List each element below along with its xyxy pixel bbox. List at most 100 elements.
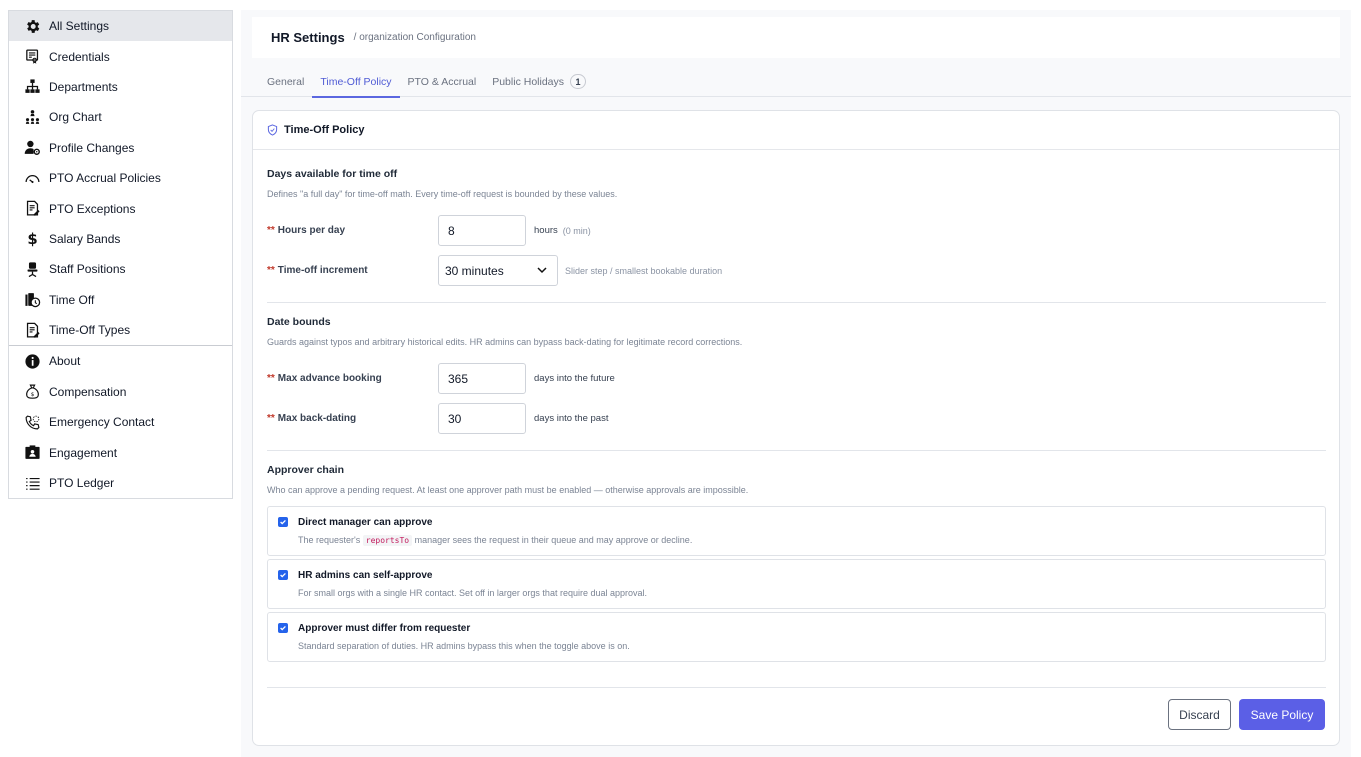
list-icon [23, 474, 41, 492]
tab-label: Time-Off Policy [320, 75, 392, 88]
field-label: ** Max back-dating [267, 413, 357, 424]
page-subtitle: / organization Configuration [353, 32, 476, 43]
time-off-increment-row: ** Time-off increment 30 minutes Slider s… [267, 255, 722, 286]
sidebar-item-label: Org Chart [49, 110, 102, 125]
time-off-policy-card: Time-Off Policy Days available for time … [252, 110, 1340, 746]
tab-public-holidays[interactable]: Public Holidays 1 [484, 66, 594, 97]
sidebar-item-compensation[interactable]: $ Compensation [9, 377, 232, 407]
tab-label: General [267, 75, 305, 88]
section-divider [267, 302, 1326, 303]
org-chart-icon [23, 108, 41, 126]
gauge-icon [23, 169, 41, 187]
sidebar-item-pto-accrual-policies[interactable]: PTO Accrual Policies [9, 163, 232, 193]
hours-per-day-row: ** Hours per day 8 hours (0 min) [267, 215, 591, 246]
field-hint: Slider step / smallest bookable duration [565, 265, 723, 276]
field-label: ** Time-off increment [267, 265, 368, 276]
tab-pto-accrual[interactable]: PTO & Accrual [400, 66, 485, 97]
main-content: HR Settings / organization Configuration… [241, 10, 1351, 757]
section-description: Defines "a full day" for time-off math. … [267, 189, 618, 199]
settings-sidebar: All Settings Credentials Departments Org… [8, 10, 233, 500]
chevron-down-icon [537, 267, 547, 274]
card-title: Time-Off Policy [284, 124, 365, 136]
sidebar-item-pto-exceptions[interactable]: PTO Exceptions [9, 193, 232, 223]
sidebar-item-label: About [49, 354, 81, 369]
sidebar-item-staff-positions[interactable]: Staff Positions [9, 254, 232, 284]
sidebar-item-engagement[interactable]: Engagement [9, 437, 232, 467]
tab-label: Public Holidays [492, 75, 565, 88]
save-policy-button[interactable]: Save Policy [1239, 699, 1325, 730]
sidebar-item-label: Staff Positions [49, 262, 126, 277]
field-label: ** Max advance booking [267, 373, 382, 384]
unit-label: hours [534, 225, 558, 236]
max-advance-booking-row: ** Max advance booking 365 days into the … [267, 363, 615, 394]
tab-general[interactable]: General [259, 66, 312, 97]
unit-label: days into the future [534, 373, 615, 384]
page-header: HR Settings / organization Configuration [252, 17, 1340, 58]
required-marker: ** [267, 225, 275, 236]
gear-icon [23, 17, 41, 35]
sidebar-item-about[interactable]: About [9, 346, 232, 376]
phone-icon [23, 413, 41, 431]
section-description: Guards against typos and arbitrary histo… [267, 337, 743, 347]
discard-button[interactable]: Discard [1168, 699, 1231, 730]
option-description: Standard separation of duties. HR admins… [298, 641, 630, 651]
settings-tabs: General Time-Off Policy PTO & Accrual Pu… [241, 66, 1351, 98]
sidebar-item-time-off-types[interactable]: Time-Off Types [9, 315, 232, 345]
sidebar-item-departments[interactable]: Departments [9, 72, 232, 102]
engagement-icon [23, 444, 41, 462]
max-back-dating-input[interactable]: 30 [438, 403, 526, 434]
sitemap-icon [23, 78, 41, 96]
count-badge: 1 [570, 74, 587, 89]
sidebar-group-settings: All Settings Credentials Departments Org… [9, 11, 232, 345]
certificate-icon [23, 48, 41, 66]
max-advance-booking-input[interactable]: 365 [438, 363, 526, 394]
sidebar-item-label: PTO Accrual Policies [49, 171, 161, 186]
page-title: HR Settings [271, 30, 345, 45]
tab-time-off-policy[interactable]: Time-Off Policy [312, 66, 400, 98]
option-title: Direct manager can approve [298, 517, 433, 528]
sidebar-item-credentials[interactable]: Credentials [9, 41, 232, 71]
sidebar-item-all-settings[interactable]: All Settings [9, 11, 232, 42]
sidebar-item-profile-changes[interactable]: Profile Changes [9, 133, 232, 163]
dollar-icon: $ [23, 230, 41, 248]
sidebar-item-salary-bands[interactable]: $ Salary Bands [9, 224, 232, 254]
field-hint: (0 min) [562, 225, 591, 236]
doc-edit-icon [23, 321, 41, 339]
hours-per-day-input[interactable]: 8 [438, 215, 526, 246]
approver-differ-option: Approver must differ from requester Stan… [267, 612, 1326, 662]
required-marker: ** [267, 413, 275, 424]
approver-differ-checkbox[interactable] [278, 623, 288, 633]
code-snippet: reportsTo [362, 535, 413, 546]
tab-label: PTO & Accrual [407, 75, 477, 88]
direct-manager-checkbox[interactable] [278, 517, 288, 527]
sidebar-item-label: Emergency Contact [49, 415, 155, 430]
money-bag-icon: $ [23, 383, 41, 401]
section-title: Date bounds [267, 316, 331, 328]
sidebar-item-pto-ledger[interactable]: PTO Ledger [9, 468, 232, 498]
required-marker: ** [267, 373, 275, 384]
footer-divider [267, 687, 1326, 688]
section-divider [267, 450, 1326, 451]
max-back-dating-row: ** Max back-dating 30 days into the past [267, 403, 608, 434]
section-description: Who can approve a pending request. At le… [267, 485, 749, 495]
sidebar-item-label: Engagement [49, 445, 118, 460]
option-title: HR admins can self-approve [298, 570, 433, 581]
direct-manager-option: Direct manager can approve The requester… [267, 506, 1326, 556]
hr-admin-self-approve-option: HR admins can self-approve For small org… [267, 559, 1326, 609]
sidebar-item-time-off[interactable]: Time Off [9, 285, 232, 315]
svg-text:$: $ [30, 392, 34, 398]
sidebar-item-emergency-contact[interactable]: Emergency Contact [9, 407, 232, 437]
sidebar-item-label: Compensation [49, 384, 127, 399]
shield-icon [267, 124, 278, 136]
info-icon [23, 352, 41, 370]
sidebar-item-label: Departments [49, 79, 118, 94]
time-off-increment-select[interactable]: 30 minutes [438, 255, 558, 286]
date-bounds-section: Date bounds Guards against typos and arb… [267, 316, 1326, 434]
sidebar-item-org-chart[interactable]: Org Chart [9, 102, 232, 132]
svg-text:$: $ [27, 231, 37, 248]
sidebar-item-label: Time-Off Types [49, 323, 131, 338]
clock-luggage-icon [23, 291, 41, 309]
doc-edit-icon [23, 200, 41, 218]
option-description: For small orgs with a single HR contact.… [298, 588, 648, 598]
hr-admin-self-approve-checkbox[interactable] [278, 570, 288, 580]
